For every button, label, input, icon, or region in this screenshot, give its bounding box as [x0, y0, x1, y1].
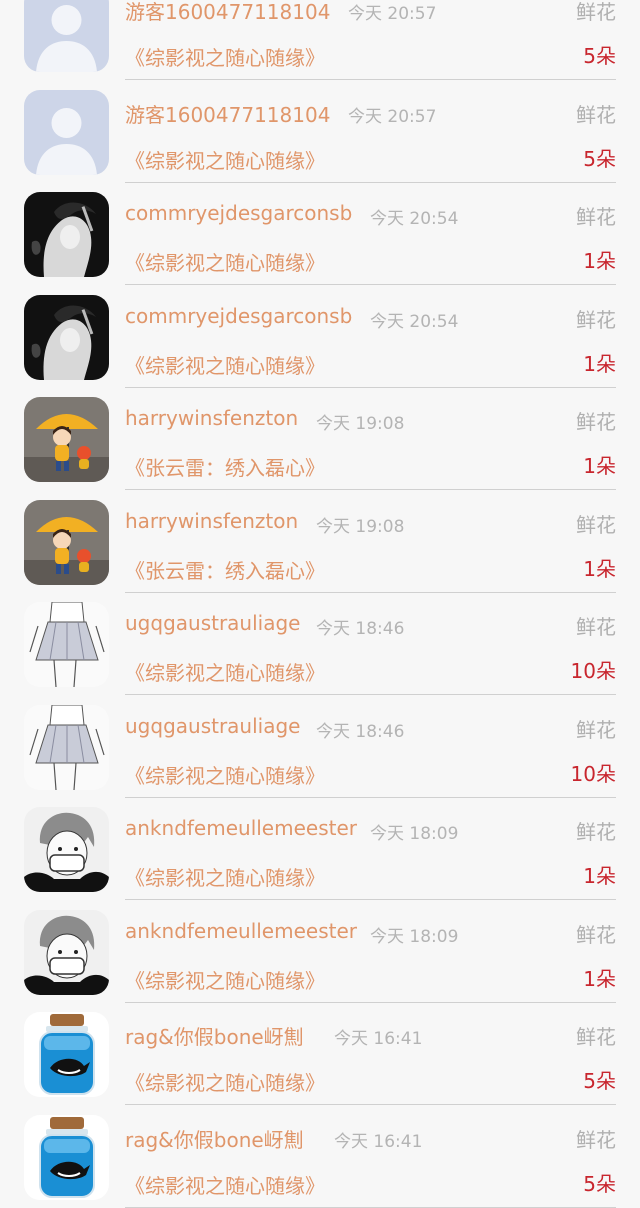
row-divider: [125, 1207, 616, 1208]
flower-count: 10朵: [571, 758, 616, 787]
gift-type-label: 鲜花: [576, 611, 616, 640]
list-item[interactable]: commryejdesgarconsb 今天 20:54 鲜花《综影视之随心随缘》 1…: [0, 183, 640, 286]
username[interactable]: ankndfemeullemeester: [125, 919, 357, 943]
book-title[interactable]: 《综影视之随心随缘》: [125, 657, 325, 686]
flower-count: 5朵: [583, 40, 616, 69]
list-item[interactable]: 游客1600477118104 今天 20:57 鲜花《综影视之随心随缘》 5朵: [0, 0, 640, 81]
smoking-portrait-icon[interactable]: [24, 192, 109, 277]
gift-type-label: 鲜花: [576, 406, 616, 435]
book-title[interactable]: 《综影视之随心随缘》: [125, 145, 325, 174]
skirt-sketch-icon[interactable]: [24, 602, 109, 687]
gift-type-label: 鲜花: [576, 816, 616, 845]
list-item[interactable]: ankndfemeullemeester 今天 18:09 鲜花《综影视之随心随缘》…: [0, 901, 640, 1004]
flower-count: 5朵: [583, 1168, 616, 1197]
gift-type-label: 鲜花: [576, 201, 616, 230]
username[interactable]: ugqgaustrauliage: [125, 714, 300, 738]
flower-count: 10朵: [571, 655, 616, 684]
default-avatar-icon[interactable]: [24, 90, 109, 175]
list-item[interactable]: ugqgaustrauliage 今天 18:46 鲜花《综影视之随心随缘》 10朵: [0, 696, 640, 799]
gift-type-label: 鲜花: [576, 509, 616, 538]
flower-count: 1朵: [583, 553, 616, 582]
timestamp: 今天 18:09: [370, 922, 458, 947]
flower-count: 1朵: [583, 963, 616, 992]
gift-type-label: 鲜花: [576, 0, 616, 25]
book-title[interactable]: 《综影视之随心随缘》: [125, 42, 325, 71]
timestamp: 今天 16:41: [334, 1024, 422, 1049]
skirt-sketch-icon[interactable]: [24, 705, 109, 790]
username[interactable]: harrywinsfenzton: [125, 509, 298, 533]
gift-type-label: 鲜花: [576, 714, 616, 743]
username[interactable]: commryejdesgarconsb: [125, 304, 352, 328]
flower-count: 1朵: [583, 348, 616, 377]
whale-jar-icon[interactable]: [24, 1115, 109, 1200]
username[interactable]: 游客1600477118104: [125, 0, 330, 25]
book-title[interactable]: 《综影视之随心随缘》: [125, 965, 325, 994]
smoking-portrait-icon[interactable]: [24, 295, 109, 380]
flower-count: 1朵: [583, 450, 616, 479]
whale-jar-icon[interactable]: [24, 1012, 109, 1097]
list-item[interactable]: commryejdesgarconsb 今天 20:54 鲜花《综影视之随心随缘》 1…: [0, 286, 640, 389]
timestamp: 今天 20:54: [370, 307, 458, 332]
gift-type-label: 鲜花: [576, 99, 616, 128]
timestamp: 今天 16:41: [334, 1127, 422, 1152]
flower-count: 1朵: [583, 860, 616, 889]
book-title[interactable]: 《张云雷：绣入磊心》: [125, 555, 325, 584]
book-title[interactable]: 《综影视之随心随缘》: [125, 862, 325, 891]
list-item[interactable]: harrywinsfenzton 今天 19:08 鲜花《张云雷：绣入磊心》 1朵: [0, 388, 640, 491]
timestamp: 今天 20:54: [370, 204, 458, 229]
list-item[interactable]: 游客1600477118104 今天 20:57 鲜花《综影视之随心随缘》 5朵: [0, 81, 640, 184]
gift-type-label: 鲜花: [576, 1124, 616, 1153]
timestamp: 今天 19:08: [316, 409, 404, 434]
list-item[interactable]: ugqgaustrauliage 今天 18:46 鲜花《综影视之随心随缘》 10朵: [0, 593, 640, 696]
timestamp: 今天 18:09: [370, 819, 458, 844]
book-title[interactable]: 《张云雷：绣入磊心》: [125, 452, 325, 481]
username[interactable]: rag&你假bone岈劁: [125, 1124, 304, 1153]
timestamp: 今天 18:46: [316, 717, 404, 742]
timestamp: 今天 18:46: [316, 614, 404, 639]
timestamp: 今天 20:57: [348, 102, 436, 127]
gift-type-label: 鲜花: [576, 1021, 616, 1050]
book-title[interactable]: 《综影视之随心随缘》: [125, 350, 325, 379]
masked-boy-icon[interactable]: [24, 807, 109, 892]
username[interactable]: commryejdesgarconsb: [125, 201, 352, 225]
flower-count: 5朵: [583, 143, 616, 172]
book-title[interactable]: 《综影视之随心随缘》: [125, 760, 325, 789]
list-item[interactable]: rag&你假bone岈劁 今天 16:41 鲜花《综影视之随心随缘》 5朵: [0, 1106, 640, 1208]
username[interactable]: ugqgaustrauliage: [125, 611, 300, 635]
masked-boy-icon[interactable]: [24, 910, 109, 995]
book-title[interactable]: 《综影视之随心随缘》: [125, 1067, 325, 1096]
flower-count: 5朵: [583, 1065, 616, 1094]
timestamp: 今天 20:57: [348, 0, 436, 24]
timestamp: 今天 19:08: [316, 512, 404, 537]
flower-count: 1朵: [583, 245, 616, 274]
book-title[interactable]: 《综影视之随心随缘》: [125, 247, 325, 276]
umbrella-girl-icon[interactable]: [24, 397, 109, 482]
list-item[interactable]: harrywinsfenzton 今天 19:08 鲜花《张云雷：绣入磊心》 1朵: [0, 491, 640, 594]
book-title[interactable]: 《综影视之随心随缘》: [125, 1170, 325, 1199]
default-avatar-icon[interactable]: [24, 0, 109, 72]
username[interactable]: harrywinsfenzton: [125, 406, 298, 430]
username[interactable]: ankndfemeullemeester: [125, 816, 357, 840]
username[interactable]: 游客1600477118104: [125, 99, 330, 128]
list-item[interactable]: ankndfemeullemeester 今天 18:09 鲜花《综影视之随心随缘》…: [0, 798, 640, 901]
gift-type-label: 鲜花: [576, 304, 616, 333]
list-item[interactable]: rag&你假bone岈劁 今天 16:41 鲜花《综影视之随心随缘》 5朵: [0, 1003, 640, 1106]
username[interactable]: rag&你假bone岈劁: [125, 1021, 304, 1050]
flower-gift-list: 游客1600477118104今天 20:57鲜花《综影视之随心随缘》5朵游客1…: [0, 0, 640, 1208]
gift-type-label: 鲜花: [576, 919, 616, 948]
umbrella-girl-icon[interactable]: [24, 500, 109, 585]
